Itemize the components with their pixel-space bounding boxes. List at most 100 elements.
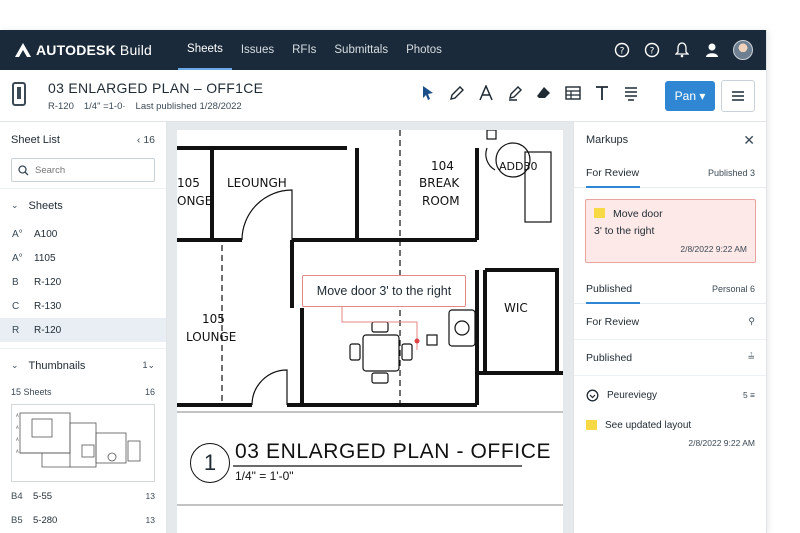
room-label: ROOM bbox=[422, 194, 460, 208]
sheet-row[interactable]: B R-120 bbox=[0, 270, 166, 294]
sheet-panel-toggle-icon[interactable] bbox=[12, 82, 26, 106]
sheet-published-date: Last published 1/28/2022 bbox=[135, 101, 242, 112]
warning-icon bbox=[586, 420, 597, 430]
sheet-list-count[interactable]: ‹ 16 bbox=[137, 134, 155, 146]
eraser-icon[interactable] bbox=[536, 84, 552, 102]
sheet-name: R-120 bbox=[34, 276, 62, 288]
sheet-row[interactable]: A° A100 bbox=[0, 222, 166, 246]
warning-icon bbox=[594, 208, 605, 218]
markup-card-line2: 3' to the right bbox=[594, 225, 655, 237]
activity-list: Peureviegy 5 ≡ See updated layout 2/8/20… bbox=[574, 376, 766, 448]
text-a-icon[interactable] bbox=[478, 84, 494, 102]
app-window: AUTODESK Build Sheets Issues RFIs Submit… bbox=[0, 30, 767, 533]
for-review-tab-row[interactable]: For Review Published 3 bbox=[574, 158, 766, 188]
table-icon[interactable] bbox=[565, 84, 581, 102]
svg-text:?: ? bbox=[620, 47, 625, 57]
room-label: BREAK bbox=[419, 176, 460, 190]
sheet-row[interactable]: C R-130 bbox=[0, 294, 166, 318]
filter-published[interactable]: Published ≟ bbox=[574, 340, 766, 376]
filter-for-review[interactable]: For Review ⚲ bbox=[574, 304, 766, 340]
autodesk-logo-icon bbox=[15, 43, 31, 57]
sheet-scale: 1/4" =1-0· bbox=[83, 101, 126, 112]
thumbnail-row[interactable]: B4 5-55 13 bbox=[0, 484, 166, 508]
thumbnails-sheet-count: 15 Sheets bbox=[11, 387, 52, 397]
help-icon[interactable]: ? bbox=[613, 41, 631, 59]
sheets-section-label: Sheets bbox=[28, 199, 63, 212]
tab-for-review[interactable]: For Review bbox=[586, 158, 641, 188]
activity-item[interactable]: See updated layout bbox=[586, 414, 755, 436]
for-review-meta: Published 3 bbox=[707, 167, 755, 178]
menu-button[interactable] bbox=[721, 80, 755, 112]
thumb-prefix: B5 bbox=[11, 514, 23, 526]
chevron-down-icon: ⌄ bbox=[11, 200, 19, 210]
search-box bbox=[11, 158, 155, 182]
pen-icon[interactable] bbox=[449, 84, 465, 102]
markup-card-timestamp: 2/8/2022 9:22 AM bbox=[680, 244, 747, 254]
sheet-name: 1105 bbox=[34, 252, 56, 264]
user-icon[interactable] bbox=[703, 41, 721, 59]
markup-card-line1: Move door bbox=[594, 208, 747, 220]
sheet-title: 03 ENLARGED PLAN – OFF1CE bbox=[48, 80, 264, 96]
nav-tab-sheets[interactable]: Sheets bbox=[178, 30, 232, 70]
sort-icon: ≟ bbox=[747, 352, 755, 362]
thumbnail-row[interactable]: B5 5-280 13 bbox=[0, 508, 166, 532]
pan-button[interactable]: Pan ▾ bbox=[665, 81, 715, 111]
svg-text:A: A bbox=[16, 437, 19, 442]
sheet-name: R-120 bbox=[34, 324, 62, 336]
nav-tab-photos[interactable]: Photos bbox=[397, 30, 451, 70]
room-label: ADD30 bbox=[499, 160, 537, 173]
sheet-prefix: C bbox=[12, 300, 20, 312]
info-icon[interactable]: ? bbox=[643, 41, 661, 59]
text-tool-icon[interactable] bbox=[594, 84, 610, 102]
markups-panel: Markups ✕ For Review Published 3 Move do… bbox=[573, 122, 766, 533]
room-label: 105 bbox=[177, 176, 200, 190]
nav-tabs: Sheets Issues RFIs Submittals Photos bbox=[178, 30, 451, 70]
sheet-row-selected[interactable]: R R-120 bbox=[0, 318, 166, 342]
hamburger-icon bbox=[732, 91, 744, 101]
tab-published[interactable]: Published bbox=[586, 274, 641, 304]
stamp-icon[interactable] bbox=[623, 84, 639, 102]
nav-tab-submittals[interactable]: Submittals bbox=[325, 30, 397, 70]
autodesk-logo[interactable]: AUTODESK Build bbox=[14, 42, 152, 58]
close-icon[interactable]: ✕ bbox=[743, 132, 755, 149]
plan-scale: 1/4" = 1'-0" bbox=[235, 469, 294, 483]
thumbnails-section-header[interactable]: ⌄ Thumbnails 1⌄ bbox=[0, 348, 166, 382]
sheet-subtitle: R-120 1/4" =1-0· Last published 1/28/202… bbox=[48, 101, 242, 112]
markup-toolbar bbox=[420, 84, 639, 102]
thumbnails-count: 1⌄ bbox=[142, 360, 155, 370]
nav-tab-rfis[interactable]: RFIs bbox=[283, 30, 325, 70]
activity-text: See updated layout bbox=[605, 419, 692, 431]
thumb-name: 5-55 bbox=[33, 490, 53, 502]
markup-callout[interactable]: Move door 3' to the right bbox=[302, 275, 466, 307]
room-label: LOUNGE bbox=[186, 330, 236, 344]
markup-card[interactable]: Move door 3' to the right 2/8/2022 9:22 … bbox=[585, 199, 756, 263]
thumbnails-subheader: 15 Sheets 16 bbox=[0, 382, 166, 402]
plan-title: 03 ENLARGED PLAN - OFFICE bbox=[235, 440, 552, 463]
search-input[interactable] bbox=[35, 164, 145, 176]
floor-plan-sheet[interactable]: 105 ONGE LEOUNGH 104 BREAK ROOM ADD30 10… bbox=[177, 130, 563, 533]
sheet-row[interactable]: A° 1105 bbox=[0, 246, 166, 270]
nav-tab-issues[interactable]: Issues bbox=[232, 30, 283, 70]
activity-item[interactable]: Peureviegy 5 ≡ bbox=[586, 384, 755, 406]
select-arrow-icon[interactable] bbox=[420, 84, 436, 102]
filter-published-label: Published bbox=[586, 351, 633, 364]
sheet-prefix: B bbox=[12, 276, 19, 288]
highlighter-icon[interactable] bbox=[507, 84, 523, 102]
drawing-canvas[interactable]: 105 ONGE LEOUNGH 104 BREAK ROOM ADD30 10… bbox=[167, 122, 573, 533]
sheet-list-panel: Sheet List ‹ 16 ⌄ Sheets A° A100 A° 1105 B… bbox=[0, 122, 167, 533]
svg-text:A: A bbox=[16, 413, 19, 418]
sheets-section-header[interactable]: ⌄ Sheets bbox=[0, 188, 166, 222]
avatar[interactable] bbox=[733, 40, 753, 60]
sheet-thumbnail[interactable]: A A A A bbox=[11, 404, 155, 482]
bell-icon[interactable] bbox=[673, 41, 691, 59]
thumb-name: 5-280 bbox=[33, 514, 58, 526]
svg-text:A: A bbox=[16, 449, 19, 454]
published-tab-row[interactable]: Published Personal 6 bbox=[574, 274, 766, 304]
room-label: ONGE bbox=[177, 194, 212, 208]
sort-icon: ⚲ bbox=[748, 316, 755, 326]
svg-text:?: ? bbox=[650, 47, 655, 57]
sheet-number: R-120 bbox=[48, 101, 74, 112]
activity-timestamp: 2/8/2022 9:22 AM bbox=[688, 438, 755, 448]
room-label: 104 bbox=[431, 159, 454, 173]
markups-title: Markups bbox=[586, 134, 629, 146]
